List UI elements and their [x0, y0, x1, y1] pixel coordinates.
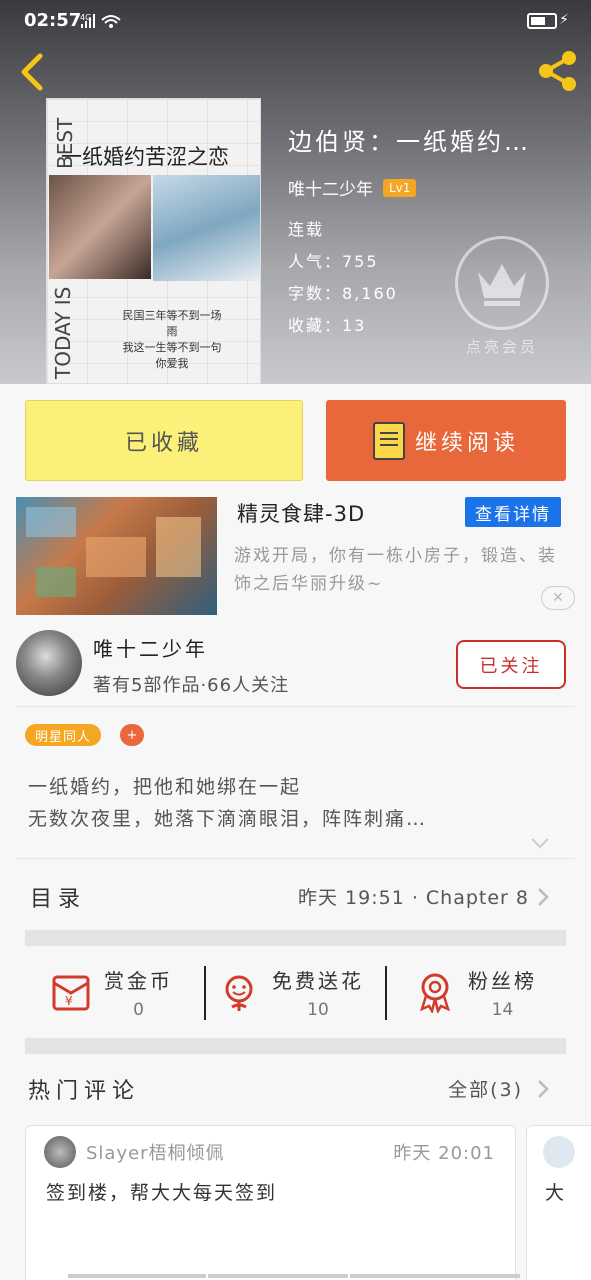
- stat-value: 14: [491, 999, 514, 1020]
- vip-label: 点亮会员: [465, 338, 538, 356]
- stat-value: 10: [307, 999, 329, 1020]
- book-state: 连载: [288, 220, 325, 239]
- hot-comments-title: 热门评论: [28, 1079, 141, 1104]
- ad-description: 游戏开局，你有一栋小房子，锻造、装饰之后华丽升级~: [234, 546, 557, 594]
- book-icon: [372, 421, 405, 460]
- book-popularity: 人气：755: [288, 252, 379, 271]
- add-tag-button[interactable]: +: [120, 724, 144, 746]
- author-line: 唯十二少年 Lv1: [288, 175, 417, 200]
- level-badge: Lv1: [383, 178, 417, 197]
- avatar[interactable]: [16, 630, 82, 696]
- cover-photo-right: [153, 175, 260, 281]
- avatar[interactable]: [543, 1136, 575, 1168]
- status-time: 02:57: [24, 10, 82, 31]
- share-icon: [539, 51, 576, 91]
- summary-line: 无数次夜里，她落下滴滴眼泪，阵阵刺痛…: [28, 808, 428, 830]
- follow-button[interactable]: 已关注: [456, 640, 566, 689]
- comment-card[interactable]: Slayer梧桐倾佩 昨天 20:01 签到楼，帮大大每天签到: [25, 1125, 516, 1280]
- divider: [16, 858, 575, 859]
- cover-line: 民国三年等不到一场: [122, 309, 222, 322]
- author-name[interactable]: 唯十二少年: [288, 175, 373, 200]
- book-collections: 收藏：13: [288, 316, 367, 335]
- comment-text: 签到楼，帮大大每天签到: [46, 1182, 278, 1204]
- send-flower-button[interactable]: 免费送花 10: [218, 962, 364, 1022]
- cover-line: 你爱我: [155, 357, 189, 370]
- share-button[interactable]: [535, 48, 581, 94]
- stat-label: 免费送花: [272, 968, 364, 993]
- stat-value: 0: [133, 999, 144, 1020]
- comment-time: 昨天 20:01: [393, 1143, 495, 1164]
- tag-chip[interactable]: 明星同人: [25, 724, 102, 746]
- stat-text: 赏金币 0: [104, 965, 173, 1020]
- chevron-right-icon[interactable]: [536, 1078, 550, 1100]
- continue-reading-label: 继续阅读: [414, 430, 519, 456]
- vip-button[interactable]: 点亮会员: [454, 236, 550, 356]
- cover-line: 我这一生等不到一句: [122, 341, 222, 354]
- chevron-right-icon[interactable]: [536, 886, 550, 908]
- continue-reading-button[interactable]: 继续阅读: [326, 400, 566, 481]
- main-content: 已收藏 继续阅读 精灵食肆-3D 查看详情 游戏开局，你有一栋小房子，锻造、装饰…: [0, 384, 591, 1280]
- fan-rank-button[interactable]: 粉丝榜 14: [414, 962, 537, 1022]
- view-details-button[interactable]: 查看详情: [465, 497, 561, 527]
- author-card-name[interactable]: 唯十二少年: [93, 633, 208, 662]
- cover-photo-left: [49, 175, 151, 279]
- status-bar: 02:57 4G ⚡: [0, 0, 591, 44]
- signal-icon: 4G: [80, 12, 126, 34]
- book-header: BEST 一纸婚约苦涩之恋 民国三年等不到一场 雨 我这一生等不到一句 你爱我 …: [0, 0, 591, 384]
- comment-user[interactable]: Slayer梧桐倾佩: [86, 1139, 225, 1165]
- divider: [204, 966, 206, 1020]
- section-separator: [25, 930, 566, 946]
- stat-label: 赏金币: [104, 968, 173, 993]
- collected-button[interactable]: 已收藏: [25, 400, 303, 481]
- cover-side-bottom: TODAY IS: [51, 286, 75, 379]
- back-button[interactable]: [14, 52, 54, 92]
- coin-reward-button[interactable]: ¥ 赏金币 0: [50, 962, 173, 1022]
- comment-card[interactable]: 大: [526, 1125, 591, 1280]
- stat-text: 免费送花 10: [272, 965, 364, 1020]
- ad-title[interactable]: 精灵食肆-3D: [237, 498, 365, 528]
- toc-label[interactable]: 目录: [30, 881, 86, 913]
- crown-icon: [455, 236, 549, 330]
- avatar[interactable]: [44, 1136, 76, 1168]
- all-comments-link[interactable]: 全部(3): [448, 1075, 523, 1102]
- book-cover[interactable]: BEST 一纸婚约苦涩之恋 民国三年等不到一场 雨 我这一生等不到一句 你爱我 …: [46, 98, 261, 384]
- medal-icon: [420, 973, 450, 1013]
- close-ad-icon[interactable]: ✕: [541, 586, 575, 610]
- book-word-count: 字数：8,160: [288, 284, 398, 303]
- back-arrow-icon: [21, 53, 43, 91]
- divider: [16, 706, 575, 707]
- stat-text: 粉丝榜 14: [468, 965, 537, 1020]
- svg-text:¥: ¥: [65, 994, 73, 1008]
- latest-chapter[interactable]: 昨天 19:51 · Chapter 8: [298, 883, 529, 910]
- divider: [385, 966, 387, 1020]
- tab-indicator: [350, 1274, 520, 1278]
- book-title: 边伯贤：一纸婚约…: [288, 128, 531, 156]
- cover-title: 一纸婚约苦涩之恋: [61, 145, 229, 169]
- ad-image[interactable]: [16, 497, 217, 615]
- section-separator: [25, 1038, 566, 1054]
- author-stats: 著有5部作品·66人关注: [93, 675, 290, 696]
- summary-line: 一纸婚约，把他和她绑在一起: [28, 776, 302, 798]
- expand-chevron-icon[interactable]: [530, 836, 550, 850]
- stat-label: 粉丝榜: [468, 968, 537, 993]
- charging-icon: ⚡: [559, 12, 569, 28]
- red-envelope-icon: ¥: [52, 975, 90, 1011]
- comment-text: 大: [545, 1182, 565, 1204]
- tab-indicator: [208, 1274, 348, 1278]
- battery-icon: [527, 13, 557, 29]
- cover-line: 雨: [166, 325, 178, 338]
- flower-icon: [225, 975, 253, 1011]
- tab-indicator: [68, 1274, 206, 1278]
